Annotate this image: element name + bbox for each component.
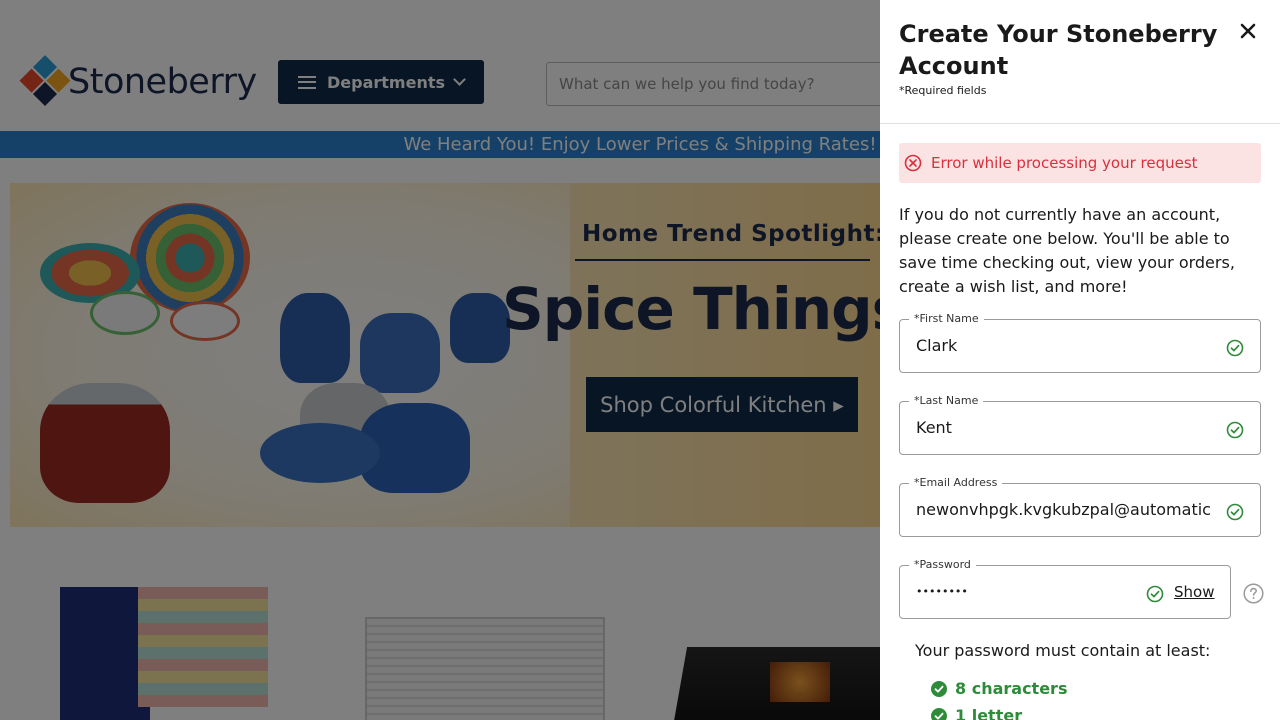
first-name-value[interactable]: Clark <box>916 320 1216 372</box>
help-circle-icon[interactable] <box>1243 583 1264 604</box>
email-value[interactable]: newonvhpgk.kvgkubzpal@automatic <box>916 484 1220 536</box>
password-rule-text: 1 letter <box>955 706 1023 720</box>
check-circle-icon <box>1226 421 1244 439</box>
last-name-value[interactable]: Kent <box>916 402 1216 454</box>
intro-text: If you do not currently have an account,… <box>899 205 1235 296</box>
password-rules-title: Your password must contain at least: <box>915 641 1211 660</box>
create-account-drawer: Create Your Stoneberry Account *Required… <box>880 0 1280 720</box>
password-rule-item: 8 characters <box>931 679 1067 698</box>
check-circle-icon <box>1226 503 1244 521</box>
show-password-button[interactable]: Show <box>1174 566 1214 618</box>
error-circle-icon <box>904 154 922 172</box>
email-field[interactable]: *Email Address newonvhpgk.kvgkubzpal@aut… <box>899 475 1261 537</box>
modal-backdrop[interactable] <box>0 0 880 720</box>
password-field[interactable]: *Password •••••••• Show <box>899 557 1231 619</box>
drawer-header: Create Your Stoneberry Account *Required… <box>880 0 1280 124</box>
password-rule-text: 8 characters <box>955 679 1068 698</box>
password-value[interactable]: •••••••• <box>916 566 1136 618</box>
check-circle-icon <box>931 707 947 720</box>
check-circle-icon <box>1226 339 1244 357</box>
drawer-title: Create Your Stoneberry Account <box>899 20 1218 80</box>
check-circle-icon <box>1146 585 1164 603</box>
password-rule-item: 1 letter <box>931 706 1022 720</box>
last-name-field[interactable]: *Last Name Kent <box>899 393 1261 455</box>
first-name-field[interactable]: *First Name Clark <box>899 311 1261 373</box>
required-fields-note: *Required fields <box>899 84 987 97</box>
check-circle-icon <box>931 680 947 697</box>
close-button[interactable] <box>1237 20 1259 42</box>
error-message: Error while processing your request <box>931 154 1198 172</box>
error-alert: Error while processing your request <box>899 143 1261 183</box>
close-icon <box>1240 23 1256 39</box>
